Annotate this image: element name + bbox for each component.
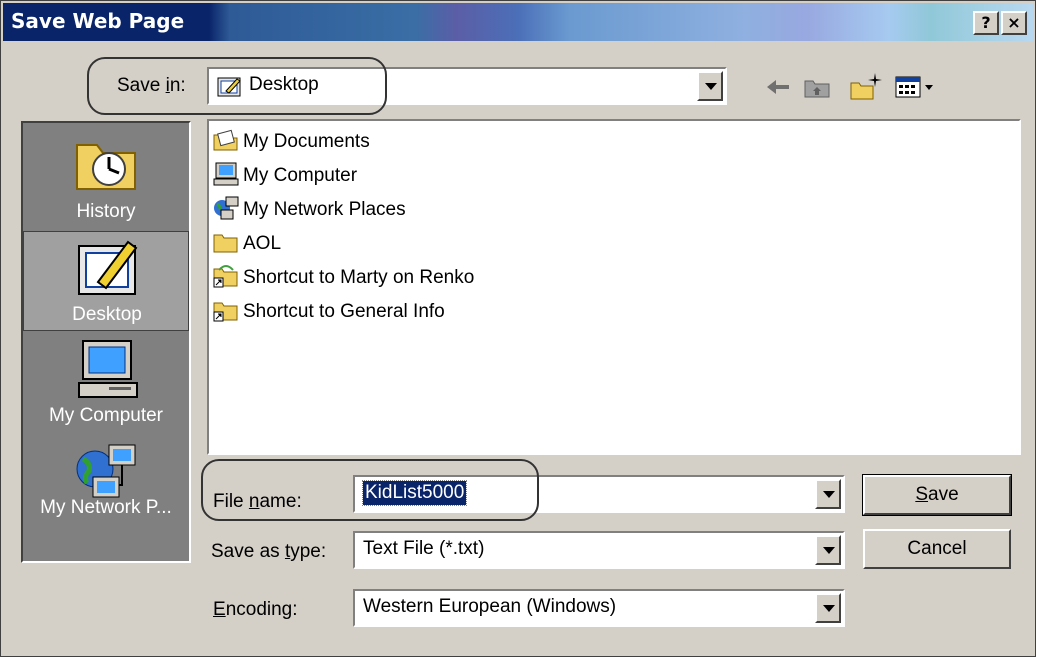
- encoding-dropdown-button[interactable]: [815, 593, 841, 623]
- my-documents-icon: [213, 129, 239, 156]
- dialog-title: Save Web Page: [11, 9, 185, 33]
- list-item[interactable]: AOL: [213, 229, 281, 259]
- computer-icon: [75, 339, 141, 406]
- view-menu-icon[interactable]: [895, 75, 935, 104]
- save-button[interactable]: Save: [862, 474, 1012, 516]
- save-as-type-dropdown-button[interactable]: [815, 535, 841, 565]
- list-item[interactable]: Shortcut to General Info: [213, 297, 445, 327]
- list-item[interactable]: My Computer: [213, 161, 357, 191]
- shortcut-folder-icon: [213, 298, 239, 327]
- close-button[interactable]: ×: [1001, 11, 1027, 35]
- places-history-label: History: [76, 201, 136, 222]
- places-my-network-label: My Network P...: [40, 497, 172, 518]
- title-bar[interactable]: Save Web Page ? ×: [3, 3, 1033, 41]
- places-desktop-label: Desktop: [72, 304, 142, 325]
- save-web-page-dialog: Save Web Page ? × Save in: Desktop Histo…: [0, 0, 1036, 657]
- file-list[interactable]: My Documents My Computer My Network Plac…: [207, 119, 1021, 455]
- list-item[interactable]: Shortcut to Marty on Renko: [213, 263, 474, 293]
- computer-icon: [213, 162, 239, 191]
- save-as-type-value: Text File (*.txt): [363, 538, 485, 559]
- desktop-icon: [217, 75, 243, 104]
- history-folder-icon: [73, 135, 139, 198]
- back-arrow-icon[interactable]: [765, 77, 791, 102]
- desktop-icon: [76, 238, 142, 303]
- file-name-dropdown-button[interactable]: [815, 479, 841, 509]
- places-desktop[interactable]: Desktop: [23, 231, 189, 331]
- network-places-icon: [213, 196, 239, 225]
- list-item[interactable]: My Documents: [213, 127, 370, 157]
- save-in-combo[interactable]: Desktop: [207, 67, 727, 105]
- file-name-combo[interactable]: KidList5000: [353, 475, 845, 513]
- shortcut-shared-folder-icon: [213, 264, 239, 293]
- save-in-label: Save in:: [117, 75, 186, 96]
- folder-icon: [213, 231, 239, 258]
- save-as-type-label: Save as type:: [211, 541, 327, 562]
- save-in-value: Desktop: [249, 74, 319, 95]
- help-button[interactable]: ?: [973, 11, 999, 35]
- places-history[interactable]: History: [23, 131, 189, 231]
- encoding-select[interactable]: Western European (Windows): [353, 589, 845, 627]
- save-as-type-select[interactable]: Text File (*.txt): [353, 531, 845, 569]
- encoding-value: Western European (Windows): [363, 596, 617, 617]
- places-bar: History Desktop My Computer My Network P…: [21, 121, 191, 563]
- encoding-label: Encoding:: [213, 599, 298, 620]
- places-my-computer[interactable]: My Computer: [23, 335, 189, 435]
- list-item[interactable]: My Network Places: [213, 195, 406, 225]
- cancel-button[interactable]: Cancel: [863, 529, 1011, 569]
- file-name-label: File name:: [213, 491, 302, 512]
- new-folder-icon[interactable]: [849, 71, 883, 106]
- save-in-dropdown-button[interactable]: [697, 71, 723, 101]
- places-my-computer-label: My Computer: [48, 405, 164, 426]
- up-folder-icon[interactable]: [803, 75, 831, 104]
- places-my-network[interactable]: My Network P...: [23, 439, 189, 539]
- file-name-input[interactable]: KidList5000: [361, 480, 468, 506]
